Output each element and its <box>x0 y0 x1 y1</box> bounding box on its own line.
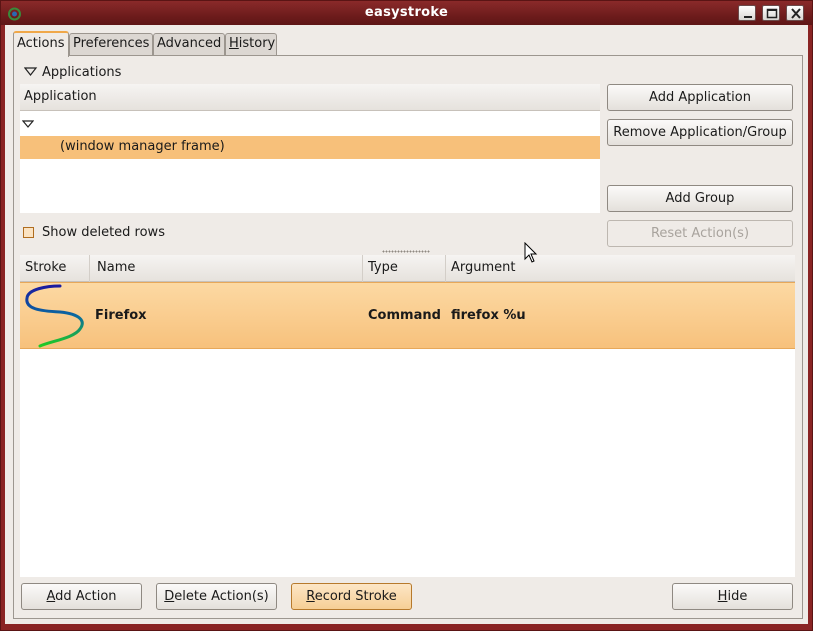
record-stroke-label: ecord Stroke <box>314 589 397 604</box>
add-action-mnemonic: A <box>46 589 56 604</box>
action-argument: firefox %u <box>451 308 526 323</box>
action-name: Firefox <box>95 308 147 323</box>
action-type: Command <box>368 308 441 323</box>
hide-mnemonic: H <box>717 589 728 604</box>
column-header-name[interactable]: Name <box>90 255 363 282</box>
hide-button[interactable]: Hide <box>672 583 793 610</box>
column-header-type[interactable]: Type <box>363 255 446 282</box>
window-title: easystroke <box>364 5 449 20</box>
applications-expander-label[interactable]: Applications <box>42 65 121 80</box>
column-header-stroke[interactable]: Stroke <box>20 255 90 282</box>
tab-preferences[interactable]: Preferences <box>69 33 153 55</box>
minimize-icon <box>744 16 752 18</box>
hide-label: ide <box>727 589 748 604</box>
tree-row-root[interactable] <box>20 113 600 136</box>
add-action-button[interactable]: Add Action <box>21 583 142 610</box>
tab-advanced[interactable]: Advanced <box>153 33 225 55</box>
window-border-bottom <box>1 624 812 630</box>
actions-table[interactable]: Stroke Name Type Argument Firefox Comman… <box>20 255 795 577</box>
window-border-right <box>808 25 812 630</box>
add-action-label: dd Action <box>55 589 117 604</box>
table-row[interactable]: Firefox Command firefox %u <box>20 282 795 349</box>
tab-actions-label: Actions <box>17 36 65 51</box>
delete-actions-button[interactable]: Delete Action(s) <box>156 583 277 610</box>
record-stroke-button[interactable]: Record Stroke <box>291 583 412 610</box>
tab-advanced-label: Advanced <box>157 36 222 51</box>
minimize-button[interactable] <box>738 5 756 21</box>
mouse-pointer-icon <box>524 242 538 263</box>
applications-tree[interactable]: Application (window manager frame) <box>20 84 600 213</box>
show-deleted-rows-checkbox[interactable] <box>23 227 34 238</box>
close-button[interactable] <box>786 5 804 21</box>
easystroke-window: easystroke Actions Preferences Advanced … <box>0 0 813 631</box>
tab-preferences-label: Preferences <box>73 36 150 51</box>
maximize-icon <box>766 8 778 19</box>
tab-history-label: istory <box>238 36 276 51</box>
application-column-header[interactable]: Application <box>20 84 600 111</box>
record-stroke-mnemonic: R <box>306 589 315 604</box>
tab-history[interactable]: History <box>225 33 277 55</box>
tab-actions[interactable]: Actions <box>13 31 69 57</box>
delete-actions-mnemonic: D <box>164 589 175 604</box>
title-bar[interactable]: easystroke <box>1 1 812 25</box>
column-header-argument[interactable]: Argument <box>446 255 795 282</box>
tree-row-window-manager-frame[interactable]: (window manager frame) <box>20 136 600 159</box>
tree-row-label: (window manager frame) <box>60 139 225 154</box>
actions-table-header: Stroke Name Type Argument <box>20 255 795 282</box>
add-application-button[interactable]: Add Application <box>607 84 793 111</box>
tree-expander-icon[interactable] <box>22 118 34 130</box>
delete-actions-label: elete Action(s) <box>174 589 269 604</box>
add-group-button[interactable]: Add Group <box>607 185 793 212</box>
pane-resize-handle[interactable] <box>382 250 430 253</box>
application-column-header-label: Application <box>24 89 97 104</box>
s-shaped-stroke-icon <box>25 284 84 348</box>
close-icon <box>791 8 801 19</box>
window-border-left <box>1 25 5 630</box>
remove-application-group-button[interactable]: Remove Application/Group <box>607 119 793 146</box>
tab-history-mnemonic: H <box>229 36 239 51</box>
show-deleted-rows-label[interactable]: Show deleted rows <box>42 225 165 240</box>
reset-actions-button[interactable]: Reset Action(s) <box>607 220 793 247</box>
expand-triangle-icon[interactable] <box>24 65 38 79</box>
maximize-button[interactable] <box>762 5 780 21</box>
